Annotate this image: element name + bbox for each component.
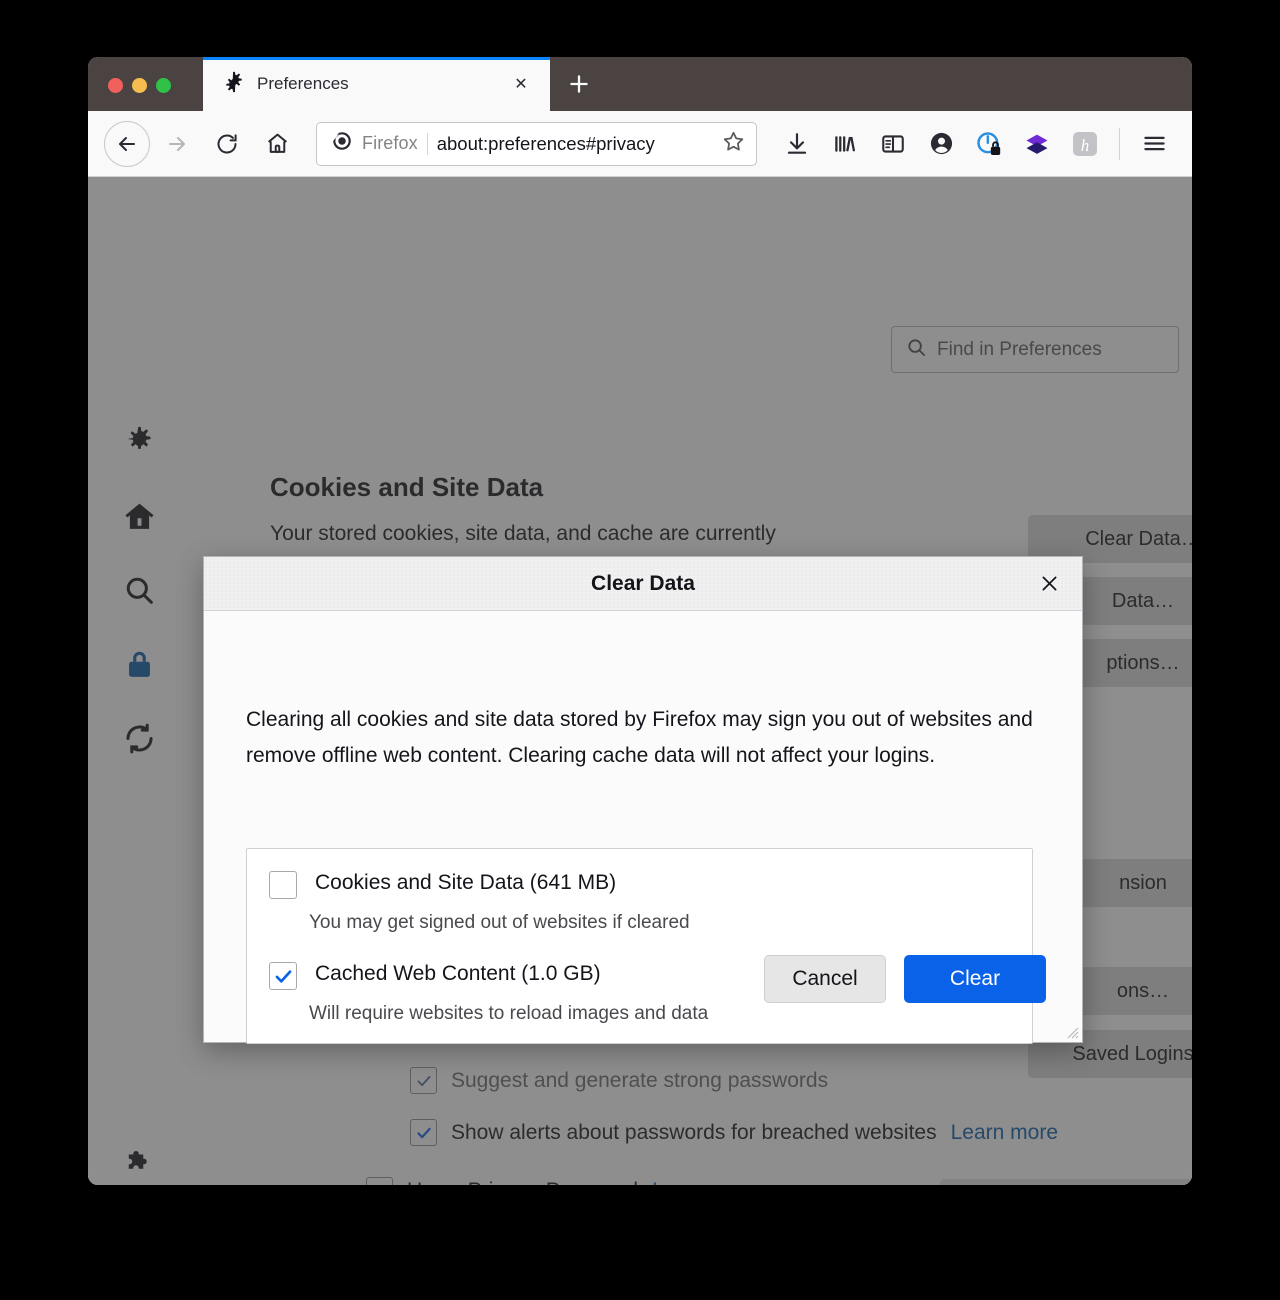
option-title-cookies: Cookies and Site Data (641 MB) — [315, 871, 617, 894]
layers-extension-icon[interactable] — [1013, 120, 1061, 168]
hamburger-menu-icon[interactable] — [1130, 120, 1178, 168]
home-icon[interactable] — [254, 121, 300, 167]
preferences-page: Find in Preferences Cookies and Site Dat… — [88, 177, 1192, 1185]
reload-button[interactable] — [204, 121, 250, 167]
toolbar-icons: h — [773, 120, 1178, 168]
tab-close-button[interactable]: ✕ — [506, 69, 536, 99]
tab-preferences[interactable]: Preferences ✕ — [203, 57, 550, 111]
sidebar-icon[interactable] — [869, 120, 917, 168]
cancel-button[interactable]: Cancel — [764, 955, 886, 1003]
url-bar[interactable]: Firefox about:preferences#privacy — [316, 121, 757, 166]
privacy-badge-icon[interactable] — [965, 120, 1013, 168]
clear-button[interactable]: Clear — [904, 955, 1046, 1003]
dialog-title: Clear Data — [591, 571, 695, 595]
dialog-body: Clearing all cookies and site data store… — [204, 611, 1082, 1044]
option-cookies-and-site-data[interactable]: Cookies and Site Data (641 MB) — [269, 871, 616, 899]
checkbox-cookies-and-site-data[interactable] — [269, 871, 297, 899]
close-icon[interactable] — [1034, 569, 1064, 599]
clear-data-dialog: Clear Data Clearing all cookies and site… — [203, 556, 1083, 1044]
star-icon[interactable] — [721, 129, 746, 159]
downloads-icon[interactable] — [773, 120, 821, 168]
dialog-description: Clearing all cookies and site data store… — [246, 708, 1033, 767]
window-controls — [88, 78, 171, 111]
back-button[interactable] — [104, 120, 150, 167]
dialog-titlebar: Clear Data — [204, 557, 1082, 611]
gear-icon — [223, 71, 245, 98]
tab-strip: Preferences ✕ — [88, 57, 1192, 111]
dialog-footer: Cancel Clear — [204, 946, 1082, 1042]
toolbar-divider — [1119, 127, 1120, 160]
url-divider — [426, 132, 428, 155]
url-text[interactable]: about:preferences#privacy — [437, 133, 712, 155]
firefox-logo-icon — [331, 130, 353, 157]
identity-label: Firefox — [362, 133, 418, 153]
browser-window: Preferences ✕ Firefox about:preferences#… — [88, 57, 1192, 1185]
option-subtitle-cookies: You may get signed out of websites if cl… — [309, 912, 690, 933]
svg-text:h: h — [1081, 136, 1090, 155]
navigation-toolbar: Firefox about:preferences#privacy h — [88, 111, 1192, 177]
tab-title: Preferences — [257, 74, 349, 93]
resize-grip[interactable] — [1061, 1021, 1079, 1039]
library-icon[interactable] — [821, 120, 869, 168]
account-icon[interactable] — [917, 120, 965, 168]
window-close-button[interactable] — [108, 78, 123, 93]
new-tab-button[interactable] — [564, 69, 594, 99]
window-minimize-button[interactable] — [132, 78, 147, 93]
honey-extension-icon[interactable]: h — [1061, 120, 1109, 168]
forward-button[interactable] — [154, 121, 200, 167]
window-maximize-button[interactable] — [156, 78, 171, 93]
